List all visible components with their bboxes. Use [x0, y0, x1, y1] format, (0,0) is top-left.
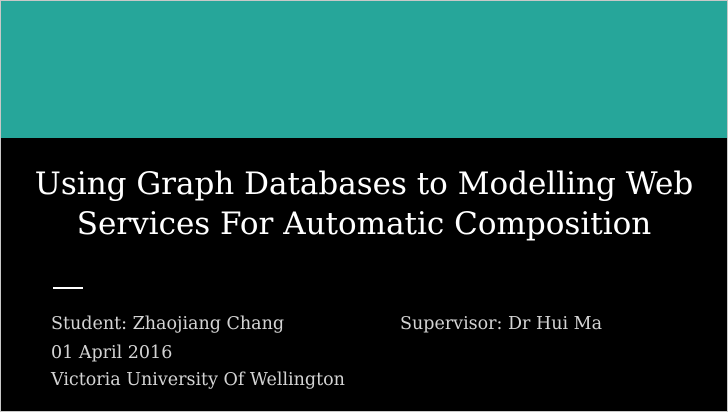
- university-name: Victoria University Of Wellington: [51, 370, 345, 390]
- header-color-band: [1, 1, 727, 138]
- title-slide: Using Graph Databases to Modelling Web S…: [0, 0, 728, 412]
- accent-divider: [53, 287, 83, 289]
- slide-title-line-1: Using Graph Databases to Modelling Web: [34, 166, 694, 202]
- presentation-date: 01 April 2016: [51, 343, 173, 363]
- slide-title: Using Graph Databases to Modelling Web S…: [21, 164, 707, 244]
- supervisor-name: Supervisor: Dr Hui Ma: [400, 314, 603, 334]
- slide-title-line-2: Services For Automatic Composition: [76, 206, 652, 242]
- student-name: Student: Zhaojiang Chang: [51, 314, 285, 334]
